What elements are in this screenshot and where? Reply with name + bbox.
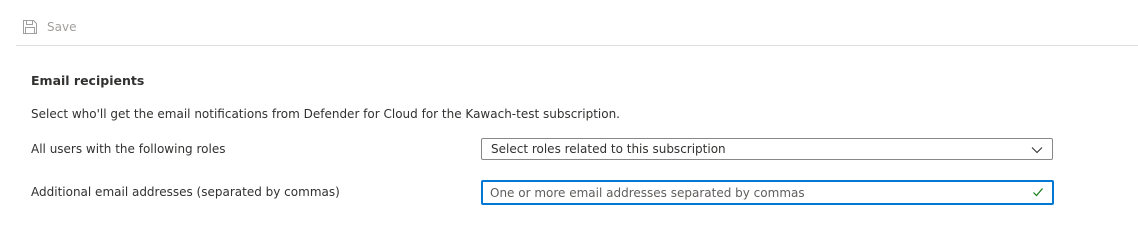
email-addresses-input[interactable] bbox=[490, 182, 1020, 203]
checkmark-icon bbox=[1033, 188, 1043, 197]
save-button-label: Save bbox=[47, 20, 77, 34]
chevron-down-icon bbox=[1031, 147, 1043, 154]
floppy-disk-icon bbox=[22, 19, 38, 35]
email-addresses-field bbox=[481, 180, 1054, 205]
section-description: Select who'll get the email notification… bbox=[31, 107, 620, 121]
roles-dropdown-value: Select roles related to this subscriptio… bbox=[491, 142, 726, 156]
section-title: Email recipients bbox=[31, 73, 145, 88]
roles-field-label: All users with the following roles bbox=[31, 142, 226, 156]
command-bar: Save bbox=[16, 0, 1138, 46]
emails-field-label: Additional email addresses (separated by… bbox=[31, 185, 340, 199]
save-button[interactable]: Save bbox=[22, 17, 76, 37]
roles-dropdown[interactable]: Select roles related to this subscriptio… bbox=[481, 138, 1053, 160]
